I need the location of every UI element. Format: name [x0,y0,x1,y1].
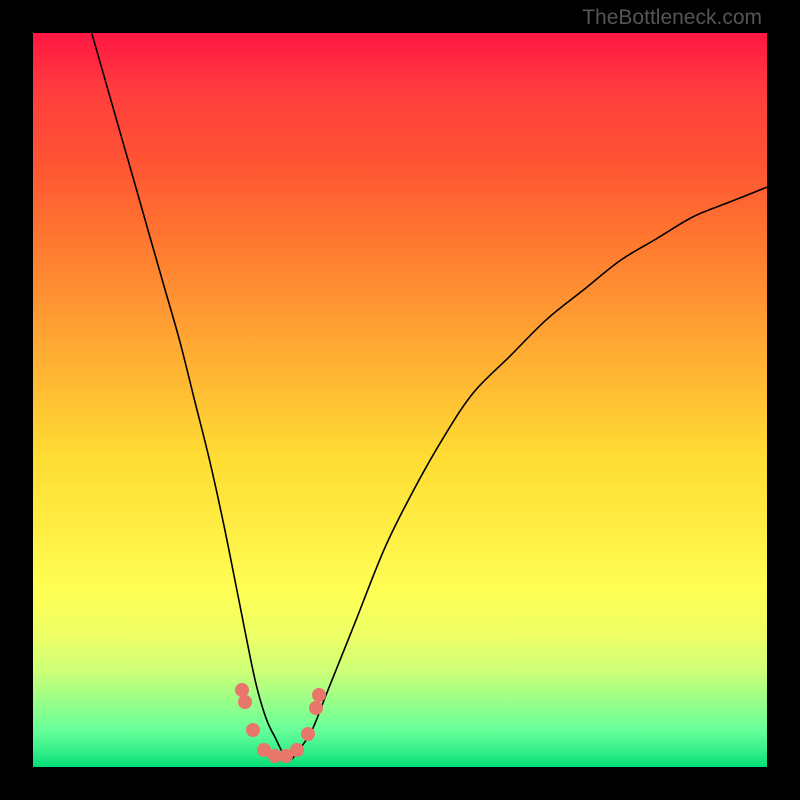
highlight-marker [309,701,323,715]
highlight-marker [312,688,326,702]
highlight-marker [301,727,315,741]
highlight-marker [290,743,304,757]
highlight-marker [246,723,260,737]
attribution-text: TheBottleneck.com [582,6,762,30]
chart-plot-area [33,33,767,767]
highlight-marker [238,695,252,709]
bottleneck-curve [33,33,767,767]
